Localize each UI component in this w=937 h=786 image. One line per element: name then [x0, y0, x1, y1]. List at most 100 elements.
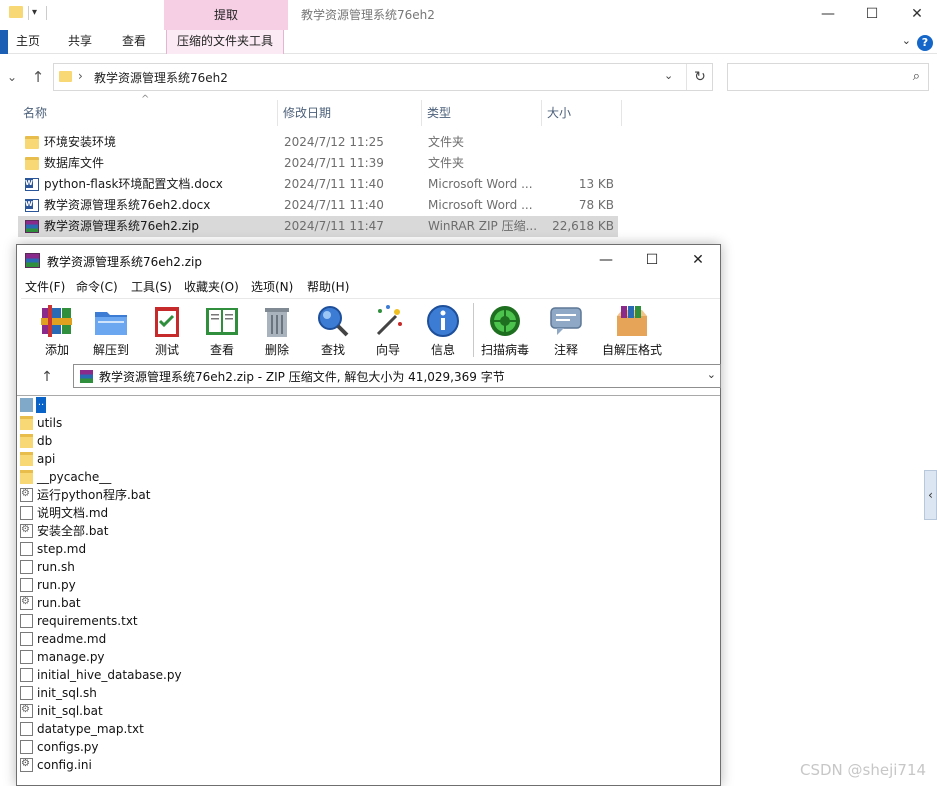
batch-file-icon	[20, 485, 33, 503]
list-item[interactable]: init_sql.sh	[17, 684, 720, 702]
maximize-icon[interactable]: ☐	[642, 251, 662, 271]
file-row-selected[interactable]: 教学资源管理系统76eh2.zip 2024/7/11 11:47 WinRAR…	[18, 216, 618, 237]
up-arrow-icon[interactable]: ↑	[28, 66, 48, 88]
archive-file-list: .. utils db api __pycache__ 运行python程序.b…	[17, 395, 720, 786]
winrar-window: 教学资源管理系统76eh2.zip — ☐ ✕ 文件(F) 命令(C) 工具(S…	[16, 244, 721, 786]
menu-options[interactable]: 选项(N)	[251, 278, 293, 295]
extract-to-button[interactable]: 解压到	[85, 301, 137, 359]
file-icon	[20, 542, 33, 556]
tab-share[interactable]: 共享	[68, 30, 92, 54]
list-item[interactable]: run.py	[17, 576, 720, 594]
list-item[interactable]: 安装全部.bat	[17, 521, 720, 540]
winrar-path-bar: ↑ 教学资源管理系统76eh2.zip - ZIP 压缩文件, 解包大小为 41…	[21, 363, 721, 391]
archive-path-text: 教学资源管理系统76eh2.zip - ZIP 压缩文件, 解包大小为 41,0…	[99, 370, 505, 384]
wizard-button[interactable]: 向导	[362, 301, 414, 359]
archive-path-dropdown[interactable]: 教学资源管理系统76eh2.zip - ZIP 压缩文件, 解包大小为 41,0…	[73, 364, 721, 388]
close-icon[interactable]: ✕	[688, 251, 708, 271]
chevron-down-icon[interactable]: ⌄	[707, 368, 716, 381]
sfx-button[interactable]: 自解压格式	[597, 301, 667, 359]
book-icon	[206, 308, 238, 335]
batch-file-icon	[20, 701, 33, 719]
recent-locations-icon[interactable]: ⌄	[2, 66, 22, 88]
test-button[interactable]: 测试	[141, 301, 193, 359]
refresh-icon[interactable]: ↻	[686, 64, 713, 90]
file-row[interactable]: 数据库文件 2024/7/11 11:39 文件夹	[18, 153, 618, 174]
tab-view[interactable]: 查看	[122, 30, 146, 54]
parent-folder-label: ..	[36, 397, 46, 413]
file-icon	[20, 668, 33, 682]
file-row[interactable]: 教学资源管理系统76eh2.docx 2024/7/11 11:40 Micro…	[18, 195, 618, 216]
help-icon[interactable]: ?	[917, 35, 933, 51]
address-bar[interactable]: › 教学资源管理系统76eh2 ⌄ ↻	[53, 63, 713, 91]
list-item[interactable]: 说明文档.md	[17, 504, 720, 522]
sfx-box-icon	[617, 306, 647, 336]
minimize-icon[interactable]: —	[818, 4, 838, 24]
parent-folder-icon	[20, 398, 33, 412]
list-item[interactable]: manage.py	[17, 648, 720, 666]
navigation-bar: ⌄ ↑ › 教学资源管理系统76eh2 ⌄ ↻ ⌕	[0, 62, 937, 92]
menu-commands[interactable]: 命令(C)	[76, 278, 118, 295]
find-button[interactable]: 查找	[307, 301, 359, 359]
qat-dropdown-icon[interactable]: ▾	[32, 7, 37, 18]
add-button[interactable]: 添加	[31, 301, 83, 359]
delete-button[interactable]: 删除	[251, 301, 303, 359]
menu-tools[interactable]: 工具(S)	[131, 278, 172, 295]
window-title: 教学资源管理系统76eh2	[301, 8, 435, 22]
list-item[interactable]: initial_hive_database.py	[17, 666, 720, 684]
list-item[interactable]: api	[17, 450, 720, 468]
chevron-left-icon[interactable]: ‹	[924, 470, 937, 520]
list-item[interactable]: init_sql.bat	[17, 701, 720, 720]
minimize-icon[interactable]: —	[596, 251, 616, 271]
menu-file[interactable]: 文件(F)	[25, 278, 65, 295]
list-item[interactable]: config.ini	[17, 755, 720, 774]
list-item[interactable]: run.sh	[17, 558, 720, 576]
menu-help[interactable]: 帮助(H)	[307, 278, 349, 295]
column-type[interactable]: 类型	[422, 100, 542, 126]
list-item[interactable]: __pycache__	[17, 468, 720, 486]
tab-file[interactable]	[0, 30, 8, 54]
close-icon[interactable]: ✕	[907, 4, 927, 24]
comment-button[interactable]: 注释	[540, 301, 592, 359]
tab-extract-context[interactable]: 提取	[164, 0, 288, 30]
list-item[interactable]: configs.py	[17, 738, 720, 756]
list-item[interactable]: readme.md	[17, 630, 720, 648]
folder-icon	[59, 71, 72, 82]
file-row[interactable]: python-flask环境配置文档.docx 2024/7/11 11:40 …	[18, 174, 618, 195]
collapse-ribbon-icon[interactable]: ⌄	[902, 34, 911, 47]
list-item[interactable]: step.md	[17, 540, 720, 558]
batch-file-icon	[20, 521, 33, 539]
maximize-icon[interactable]: ☐	[862, 4, 882, 24]
list-item[interactable]: datatype_map.txt	[17, 720, 720, 738]
chevron-down-icon[interactable]: ⌄	[664, 69, 673, 82]
info-button[interactable]: 信息	[417, 301, 469, 359]
folder-icon	[25, 136, 39, 149]
tab-compressed-folder-tools[interactable]: 压缩的文件夹工具	[166, 30, 285, 54]
batch-file-icon	[20, 593, 33, 611]
folder-icon	[20, 434, 33, 448]
file-row[interactable]: 环境安装环境 2024/7/12 11:25 文件夹	[18, 132, 618, 153]
winrar-title-bar: 教学资源管理系统76eh2.zip — ☐ ✕	[17, 245, 720, 275]
address-path[interactable]: 教学资源管理系统76eh2	[94, 69, 228, 86]
list-item[interactable]: db	[17, 432, 720, 450]
tab-home[interactable]: 主页	[16, 30, 40, 54]
file-icon	[20, 614, 33, 628]
chevron-right-icon[interactable]: ›	[78, 69, 83, 83]
list-item[interactable]: requirements.txt	[17, 612, 720, 630]
column-size[interactable]: 大小	[542, 100, 622, 126]
list-item[interactable]: utils	[17, 414, 720, 432]
folder-icon	[20, 416, 33, 430]
up-arrow-icon[interactable]: ↑	[27, 366, 67, 388]
list-item[interactable]: 运行python程序.bat	[17, 485, 720, 504]
column-date[interactable]: 修改日期	[278, 100, 422, 126]
menu-favorites[interactable]: 收藏夹(O)	[184, 278, 239, 295]
winrar-logo-icon	[80, 370, 93, 383]
file-icon	[20, 722, 33, 736]
list-item[interactable]: run.bat	[17, 593, 720, 612]
column-name[interactable]: 名称	[18, 100, 278, 126]
list-item-parent[interactable]: ..	[17, 396, 720, 414]
view-button[interactable]: 查看	[196, 301, 248, 359]
watermark: CSDN @sheji714	[800, 761, 927, 779]
magic-wand-icon	[376, 305, 402, 336]
search-input[interactable]: ⌕	[727, 63, 929, 91]
scan-virus-button[interactable]: 扫描病毒	[479, 301, 531, 359]
